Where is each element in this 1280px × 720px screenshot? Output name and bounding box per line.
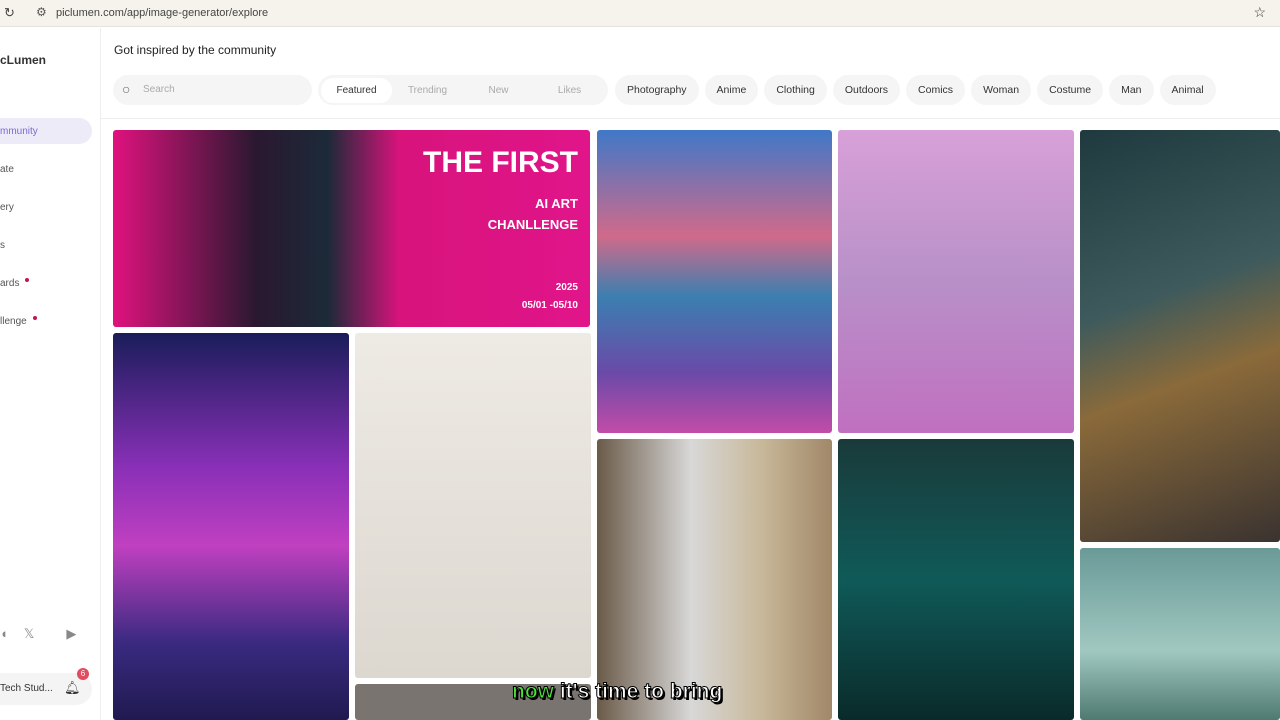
chip-comics[interactable]: Comics xyxy=(906,75,966,105)
image-card-butterfly[interactable] xyxy=(838,439,1074,720)
sidebar-item-gallery[interactable]: ery xyxy=(0,194,92,220)
tab-new[interactable]: New xyxy=(463,78,534,103)
banner-year: 2025 xyxy=(555,282,578,293)
search-placeholder: Search xyxy=(143,84,175,95)
sidebar-item-label: ate xyxy=(0,164,14,175)
sidebar-item-challenge[interactable]: llenge xyxy=(0,308,92,334)
divider xyxy=(101,118,1280,119)
x-icon[interactable]: 𝕏 xyxy=(24,626,34,642)
image-card-elf[interactable] xyxy=(1080,548,1280,720)
chip-outdoors[interactable]: Outdoors xyxy=(832,75,901,105)
caption-highlight: now xyxy=(512,680,555,704)
chip-anime[interactable]: Anime xyxy=(704,75,759,105)
chip-photography[interactable]: Photography xyxy=(615,75,699,105)
banner-subtitle: AI ART xyxy=(535,196,578,211)
youtube-icon[interactable]: ▶ xyxy=(66,626,76,642)
sidebar-item-label: ards xyxy=(0,278,20,289)
sidebar-item-label: mmunity xyxy=(0,126,38,137)
tab-featured[interactable]: Featured xyxy=(321,77,392,103)
image-card-doll[interactable] xyxy=(355,333,591,678)
bell-icon[interactable]: 🔔︎ xyxy=(64,680,81,696)
chip-animal[interactable]: Animal xyxy=(1159,75,1216,105)
url-field[interactable]: piclumen.com/app/image-generator/explore xyxy=(56,7,268,19)
banner-subtitle: CHANLLENGE xyxy=(487,217,578,232)
site-settings-icon[interactable]: ⚙ xyxy=(36,5,47,19)
bookmark-star-icon[interactable]: ☆ xyxy=(1253,4,1266,21)
page-title: Got inspired by the community xyxy=(114,43,277,57)
image-card-volcano[interactable] xyxy=(113,333,349,720)
chip-woman[interactable]: Woman xyxy=(971,75,1032,105)
user-profile[interactable]: Tech Stud... 🔔︎ 6 xyxy=(0,668,92,705)
category-chips: Photography Anime Clothing Outdoors Comi… xyxy=(615,75,1216,105)
sidebar-item-label: llenge xyxy=(0,316,27,327)
sidebar-item-rewards[interactable]: ards xyxy=(0,270,92,296)
notification-dot xyxy=(32,316,37,320)
challenge-banner[interactable]: THE FIRST AI ART CHANLLENGE 2025 05/01 -… xyxy=(113,130,590,327)
reload-icon[interactable]: ↻ xyxy=(4,5,15,21)
caption-text: it's time to bring xyxy=(554,680,723,704)
sidebar-item-label: ery xyxy=(0,202,14,213)
tab-likes[interactable]: Likes xyxy=(534,78,605,103)
image-card-bottle[interactable] xyxy=(597,130,832,433)
sidebar: cLumen mmunity ate ery s ards llenge ◖ 𝕏 ▶… xyxy=(0,28,101,720)
logo: cLumen xyxy=(0,53,47,67)
notification-badge: 6 xyxy=(77,668,89,680)
sort-tabs: Featured Trending New Likes xyxy=(318,75,608,105)
image-card-astronaut[interactable] xyxy=(838,130,1074,433)
discord-icon[interactable]: ◖ xyxy=(0,626,8,642)
chip-clothing[interactable]: Clothing xyxy=(764,75,827,105)
banner-title: THE FIRST xyxy=(423,146,578,179)
sidebar-item-label: s xyxy=(0,240,5,251)
image-card-airship[interactable] xyxy=(1080,130,1280,542)
image-card-alley-cat[interactable] xyxy=(597,439,832,720)
sidebar-item-community[interactable]: mmunity xyxy=(0,118,92,144)
username: Tech Stud... xyxy=(0,683,53,694)
chip-man[interactable]: Man xyxy=(1109,75,1154,105)
search-input[interactable]: ○ Search xyxy=(113,75,312,105)
search-icon: ○ xyxy=(122,81,131,97)
browser-address-bar: ↻ ⚙ piclumen.com/app/image-generator/exp… xyxy=(0,0,1280,27)
chip-costume[interactable]: Costume xyxy=(1037,75,1104,105)
banner-dates: 05/01 -05/10 xyxy=(521,300,578,311)
sidebar-item-create[interactable]: ate xyxy=(0,156,92,182)
sidebar-item-tools[interactable]: s xyxy=(0,232,92,258)
video-caption: now it's time to bring xyxy=(512,680,723,704)
notification-dot xyxy=(25,278,30,282)
social-links: ◖ 𝕏 ▶ xyxy=(0,626,76,642)
tab-trending[interactable]: Trending xyxy=(392,78,463,103)
